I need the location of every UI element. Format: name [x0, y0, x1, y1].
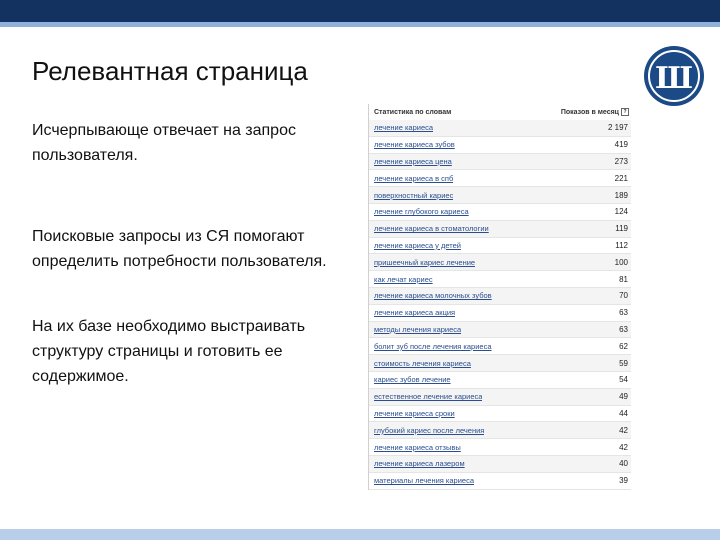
- table-row: как лечат кариес 81: [369, 271, 631, 288]
- shows-count: 124: [614, 207, 628, 217]
- footer-bar: [0, 529, 720, 540]
- shows-count: 2 197: [607, 123, 628, 133]
- table-row: лечение глубокого кариеса 124: [369, 204, 631, 221]
- paragraph-1: Исчерпывающе отвечает на запрос пользова…: [32, 122, 296, 164]
- table-row: методы лечения кариеса 63: [369, 321, 631, 339]
- table-row: лечение кариеса 2 197: [369, 120, 631, 137]
- shows-count: 112: [615, 240, 628, 250]
- table-row: лечение кариеса у детей 112: [369, 238, 631, 255]
- table-row: естественное лечение кариеса 49: [369, 388, 631, 406]
- keyword-link[interactable]: лечение глубокого кариеса: [374, 207, 469, 216]
- shows-count: 39: [619, 476, 628, 486]
- keyword-link[interactable]: лечение кариеса акция: [374, 308, 455, 317]
- paragraph-2: Поисковые запросы из СЯ помогают определ…: [32, 228, 327, 270]
- keyword-link[interactable]: поверхностный кариес: [374, 191, 453, 200]
- table-row: пришеечный кариес лечение 100: [369, 254, 631, 272]
- table-row: стоимость лечения кариеса 59: [369, 355, 631, 372]
- keyword-link[interactable]: лечение кариеса отзывы: [374, 443, 461, 452]
- keyword-link[interactable]: лечение кариеса: [374, 123, 433, 132]
- shows-count: 221: [614, 173, 628, 183]
- help-icon[interactable]: ?: [621, 108, 629, 116]
- stats-rows: лечение кариеса 2 197 лечение кариеса зубо…: [369, 120, 631, 490]
- shows-count: 49: [619, 392, 628, 402]
- header-accent-bar: [0, 22, 720, 27]
- keyword-link[interactable]: лечение кариеса лазером: [374, 459, 465, 468]
- keyword-link[interactable]: пришеечный кариес лечение: [374, 258, 475, 267]
- table-row: материалы лечения кариеса 39: [369, 473, 631, 490]
- keyword-link[interactable]: стоимость лечения кариеса: [374, 359, 471, 368]
- paragraph-3: На их базе необходимо выстраивать структ…: [32, 318, 306, 385]
- shows-count: 81: [619, 274, 628, 284]
- hse-logo-icon: Ш: [642, 44, 706, 108]
- shows-count: 119: [615, 224, 628, 234]
- col-header-shows-wrap: Показов в месяц ?: [561, 108, 629, 116]
- keyword-link[interactable]: глубокий кариес после лечения: [374, 426, 484, 435]
- table-row: лечение кариеса акция 63: [369, 305, 631, 322]
- logo-letter: Ш: [655, 61, 693, 96]
- keyword-link[interactable]: лечение кариеса зубов: [374, 140, 455, 149]
- table-row: лечение кариеса отзывы 42: [369, 439, 631, 456]
- shows-count: 62: [619, 341, 628, 351]
- col-header-query: Статистика по словам: [374, 108, 452, 116]
- keyword-stats-table: Статистика по словам Показов в месяц ? л…: [368, 104, 631, 490]
- table-row: лечение кариеса лазером 40: [369, 455, 631, 473]
- table-row: поверхностный кариес 189: [369, 187, 631, 204]
- keyword-link[interactable]: материалы лечения кариеса: [374, 476, 474, 485]
- keyword-link[interactable]: кариес зубов лечение: [374, 375, 451, 384]
- table-row: кариес зубов лечение 54: [369, 372, 631, 389]
- shows-count: 100: [614, 257, 628, 267]
- slide-title: Релевантная страница: [32, 56, 308, 86]
- shows-count: 63: [619, 324, 628, 334]
- shows-count: 273: [614, 156, 628, 166]
- table-row: лечение кариеса в спб 221: [369, 170, 631, 188]
- table-row: болит зуб после лечения кариеса 62: [369, 338, 631, 356]
- keyword-link[interactable]: как лечат кариес: [374, 275, 433, 284]
- shows-count: 419: [614, 140, 628, 150]
- shows-count: 54: [619, 375, 628, 385]
- table-row: глубокий кариес после лечения 42: [369, 422, 631, 440]
- shows-count: 44: [619, 408, 628, 418]
- shows-count: 189: [614, 190, 628, 200]
- shows-count: 63: [619, 308, 628, 318]
- table-row: лечение кариеса зубов 419: [369, 137, 631, 154]
- keyword-link[interactable]: методы лечения кариеса: [374, 325, 461, 334]
- keyword-link[interactable]: лечение кариеса в стоматологии: [374, 224, 489, 233]
- table-row: лечение кариеса в стоматологии 119: [369, 220, 631, 238]
- keyword-link[interactable]: лечение кариеса цена: [374, 157, 452, 166]
- shows-count: 42: [619, 442, 628, 452]
- table-row: лечение кариеса сроки 44: [369, 406, 631, 423]
- shows-count: 42: [619, 425, 628, 435]
- keyword-link[interactable]: естественное лечение кариеса: [374, 392, 482, 401]
- keyword-link[interactable]: лечение кариеса молочных зубов: [374, 291, 492, 300]
- shows-count: 40: [619, 459, 628, 469]
- keyword-link[interactable]: болит зуб после лечения кариеса: [374, 342, 492, 351]
- col-header-shows: Показов в месяц: [560, 108, 619, 116]
- shows-count: 59: [619, 358, 628, 368]
- header-bar: [0, 0, 720, 22]
- keyword-link[interactable]: лечение кариеса у детей: [374, 241, 461, 250]
- table-row: лечение кариеса цена 273: [369, 153, 631, 171]
- table-row: лечение кариеса молочных зубов 70: [369, 287, 631, 305]
- shows-count: 70: [619, 291, 628, 301]
- stats-table-header: Статистика по словам Показов в месяц ?: [369, 104, 631, 120]
- keyword-link[interactable]: лечение кариеса в спб: [374, 174, 453, 183]
- keyword-link[interactable]: лечение кариеса сроки: [374, 409, 455, 418]
